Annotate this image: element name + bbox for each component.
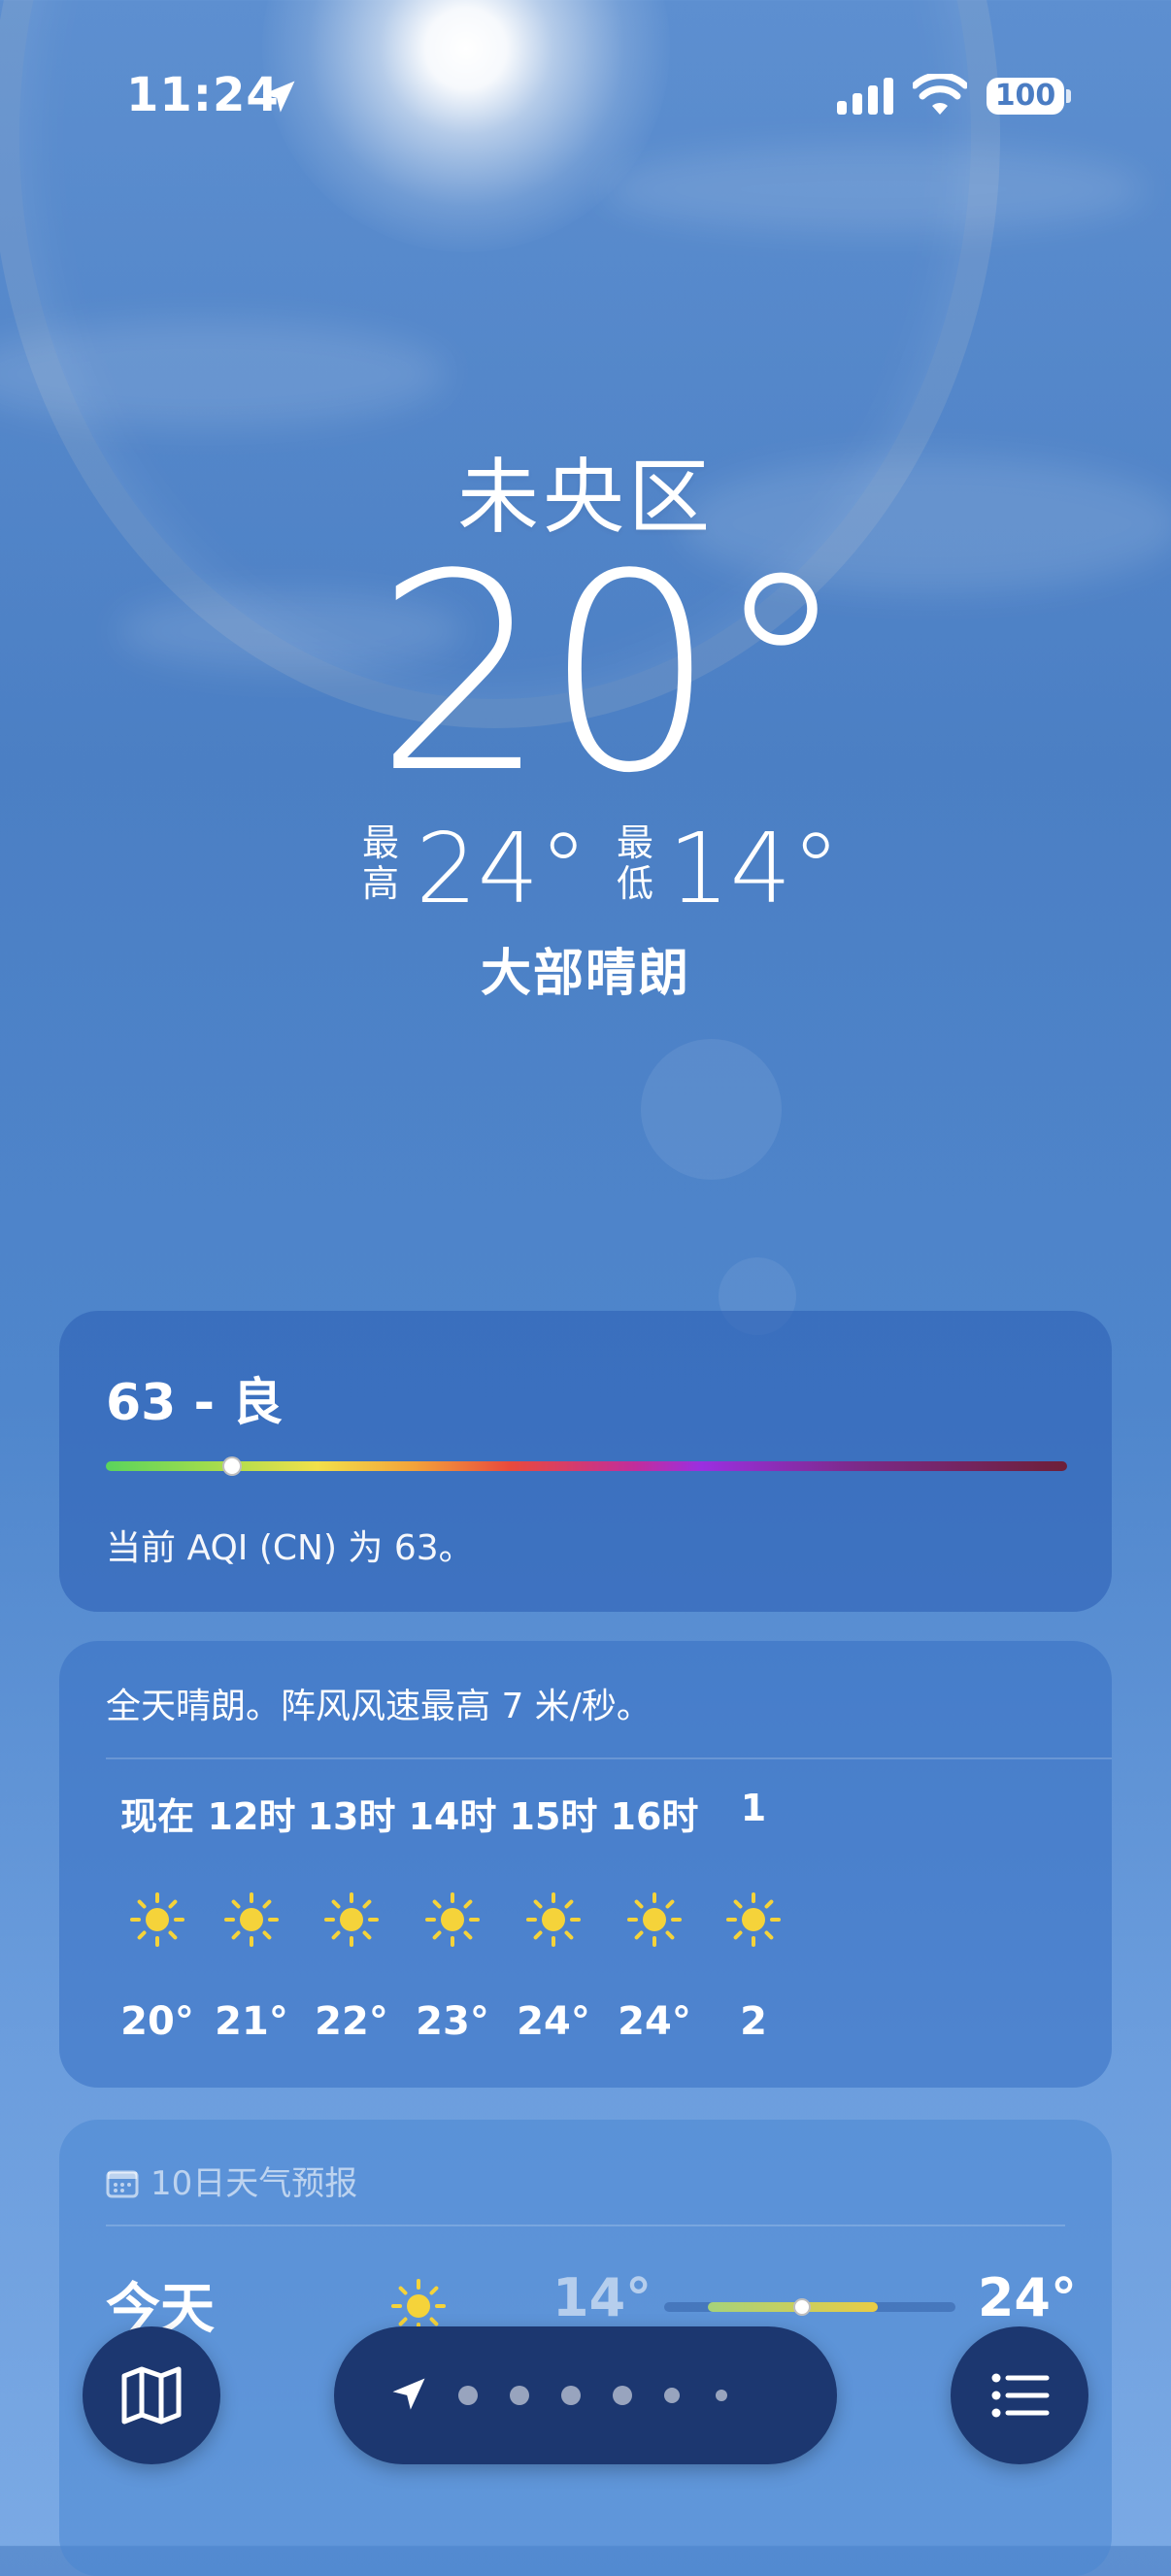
battery-indicator: 100 (987, 78, 1064, 115)
day-low: 14° (552, 2267, 652, 2328)
low-temperature: 14° (668, 812, 841, 925)
hour-label: 14时 (408, 1795, 497, 1838)
cellular-signal-icon (837, 78, 893, 115)
hour-label: 现在 (119, 1795, 194, 1838)
hour-item: 现在 20° (104, 1787, 211, 2044)
ten-day-header: 10日天气预报 (106, 2157, 357, 2204)
location-pager[interactable] (334, 2326, 837, 2464)
high-label: 最高 (361, 821, 399, 905)
hour-temperature: 2 (740, 1999, 767, 2044)
weather-condition: 大部晴朗 (480, 945, 690, 1003)
location-arrow-icon (262, 81, 295, 113)
aqi-indicator-dot (222, 1456, 242, 1476)
sun-icon (425, 1892, 480, 1947)
hour-label: 15时 (509, 1795, 598, 1838)
sun-icon (726, 1892, 781, 1947)
current-temperature: 20° (374, 517, 849, 833)
cloud (602, 146, 1146, 233)
page-dot[interactable] (458, 2386, 478, 2405)
cloud (0, 320, 447, 427)
sun-icon (224, 1892, 279, 1947)
hour-temperature: 24° (618, 1999, 691, 2044)
list-icon (991, 2373, 1050, 2418)
air-quality-card[interactable]: 63 - 良 当前 AQI (CN) 为 63。 (59, 1311, 1112, 1612)
battery-cap (1066, 89, 1071, 103)
hourly-summary: 全天晴朗。阵风风速最高 7 米/秒。 (106, 1687, 652, 1726)
map-icon (121, 2366, 182, 2425)
hour-temperature: 21° (215, 1999, 288, 2044)
high-low-temperatures: 最高 24° 最低 14° (0, 811, 1171, 918)
aqi-scale-bar (106, 1461, 1067, 1471)
calendar-icon (106, 2170, 139, 2198)
page-dot[interactable] (510, 2386, 529, 2405)
divider (106, 2225, 1065, 2226)
city-list-button[interactable] (951, 2326, 1088, 2464)
current-location-icon[interactable] (387, 2373, 430, 2416)
hourly-forecast-card[interactable]: 全天晴朗。阵风风速最高 7 米/秒。 现在 20° 12时 21° 13时 22° 14时 2… (59, 1641, 1112, 2088)
hour-temperature: 20° (120, 1999, 194, 2044)
high-temperature: 24° (416, 812, 588, 925)
current-temperature-dot (793, 2298, 811, 2316)
aqi-title: 63 - 良 (106, 1374, 284, 1432)
day-high: 24° (977, 2267, 1077, 2328)
page-dot[interactable] (613, 2386, 632, 2405)
hour-label: 13时 (307, 1795, 396, 1838)
hour-item: 16时 24° (601, 1787, 708, 2044)
ten-day-header-label: 10日天气预报 (151, 2164, 358, 2203)
sun-icon (130, 1892, 184, 1947)
hour-item: 13时 22° (298, 1787, 405, 2044)
hour-temperature: 23° (416, 1999, 489, 2044)
hour-item: 15时 24° (500, 1787, 607, 2044)
hour-label: 12时 (207, 1795, 296, 1838)
map-button[interactable] (83, 2326, 220, 2464)
hour-item: 12 (700, 1787, 807, 2044)
sun-icon (324, 1892, 379, 1947)
aqi-description: 当前 AQI (CN) 为 63。 (106, 1528, 474, 1568)
sun-icon (526, 1892, 581, 1947)
hour-item: 14时 23° (399, 1787, 506, 2044)
hour-item: 12时 21° (198, 1787, 305, 2044)
wifi-icon (913, 74, 967, 115)
page-dot[interactable] (561, 2386, 581, 2405)
page-dot[interactable] (664, 2388, 680, 2403)
sun-icon (627, 1892, 682, 1947)
divider (106, 1757, 1112, 1759)
hour-label: 1 (740, 1787, 767, 1829)
lens-flare (641, 1039, 782, 1180)
page-dot[interactable] (716, 2390, 727, 2401)
hour-label: 16时 (610, 1795, 699, 1838)
status-bar: 11:24 100 (0, 58, 1171, 136)
low-label: 最低 (616, 821, 653, 905)
hour-temperature: 24° (517, 1999, 590, 2044)
hour-temperature: 22° (315, 1999, 388, 2044)
